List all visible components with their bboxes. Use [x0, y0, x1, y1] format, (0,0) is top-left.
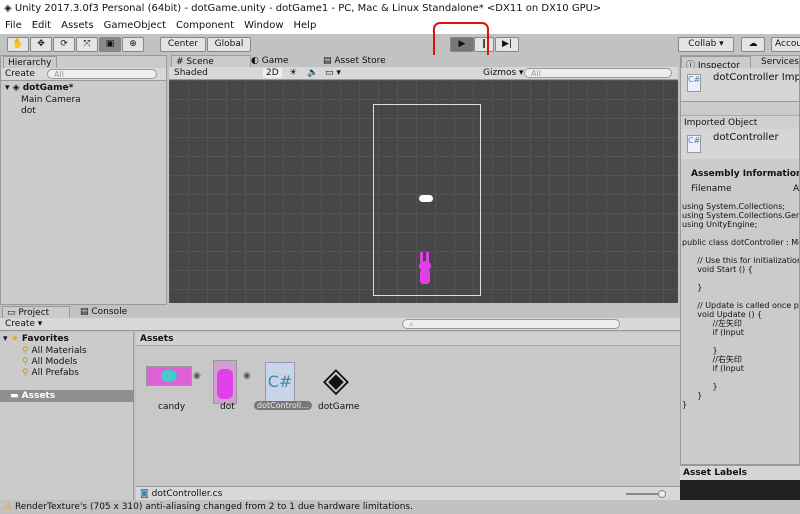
- scale-tool-button[interactable]: ⤧: [76, 37, 98, 52]
- search-icon: ⚲: [22, 346, 29, 356]
- scene-viewport[interactable]: [169, 80, 678, 303]
- csharp-file-icon: C#: [687, 135, 701, 153]
- menu-component[interactable]: Component: [176, 20, 234, 34]
- effects-icon[interactable]: ▭ ▾: [325, 68, 341, 78]
- toolbar: ✋ ✥ ⟳ ⤧ ▣ ⊕ Center Global ▶ ❙ ▶| Collab …: [0, 22, 800, 69]
- step-button[interactable]: ▶|: [495, 37, 519, 52]
- dot-thumbnail[interactable]: [213, 360, 237, 404]
- fav-item[interactable]: ⚲ All Prefabs: [22, 368, 79, 378]
- rect-tool-button[interactable]: ▣: [99, 37, 121, 52]
- move-tool-button[interactable]: ✥: [30, 37, 52, 52]
- asset-labels[interactable]: Asset Labels: [680, 465, 800, 480]
- project-tree: ▾ ★ Favorites ⚲ All Materials ⚲ All Mode…: [0, 332, 134, 500]
- assets-folder[interactable]: ▬ Assets: [0, 390, 134, 402]
- create-button[interactable]: Create ▾: [5, 319, 42, 329]
- menu-bar: File Edit Assets GameObject Component Wi…: [0, 18, 800, 34]
- selected-file-bar: ◙ dotController.cs: [136, 486, 680, 500]
- title-bar: ◈ Unity 2017.3.0f3 Personal (64bit) - do…: [0, 0, 800, 18]
- account-button[interactable]: Account: [771, 37, 800, 52]
- tab-services[interactable]: Services: [757, 56, 799, 68]
- shading-dropdown[interactable]: Shaded: [174, 68, 208, 78]
- unity-logo-icon: ◈: [4, 3, 15, 14]
- breadcrumb[interactable]: Assets: [136, 332, 680, 346]
- tab-hierarchy[interactable]: Hierarchy: [3, 56, 57, 68]
- inspector-title: dotController Import Settings: [713, 72, 800, 83]
- menu-gameobject[interactable]: GameObject: [104, 20, 166, 34]
- project-search[interactable]: ⌕: [402, 319, 620, 329]
- imported-object-row: C# dotController: [681, 129, 799, 159]
- object-name: dotController: [713, 132, 779, 143]
- csharp-script-thumbnail[interactable]: C#: [265, 362, 295, 402]
- menu-window[interactable]: Window: [244, 20, 283, 34]
- lighting-icon[interactable]: ☀: [289, 68, 297, 78]
- asset-label[interactable]: candy: [158, 402, 185, 412]
- scene-search[interactable]: All: [524, 68, 672, 78]
- asset-grid: ◉ candy ◉ dot C# dotControll... ◈ dotGam…: [136, 346, 680, 486]
- hierarchy-search[interactable]: All: [47, 69, 157, 79]
- audio-icon[interactable]: 🔈: [307, 68, 318, 78]
- asset-label[interactable]: dot: [220, 402, 235, 412]
- cloud-button[interactable]: ☁: [741, 37, 765, 52]
- hierarchy-panel: Hierarchy Create All ▾ ◈ dotGame* Main C…: [0, 55, 167, 305]
- preview-area: [680, 480, 800, 500]
- tab-game[interactable]: ◐ Game: [247, 55, 293, 67]
- 2d-toggle[interactable]: 2D: [263, 68, 282, 78]
- expand-icon[interactable]: ◉: [193, 371, 201, 381]
- project-panel: ▭ Project ▤ Console Create ▾ ⌕ ▾ ★ Favor…: [0, 306, 680, 500]
- tab-inspector[interactable]: ⓘ Inspector: [681, 56, 751, 71]
- asset-label[interactable]: dotGame: [318, 402, 360, 412]
- dot-sprite[interactable]: [419, 252, 431, 286]
- tab-scene[interactable]: # Scene: [171, 55, 251, 67]
- pivot-global-toggle[interactable]: Global: [207, 37, 251, 52]
- filename-label: Filename: [691, 184, 732, 194]
- create-button[interactable]: Create: [5, 69, 35, 79]
- warning-icon: ⚠: [4, 502, 13, 512]
- icon-size-slider[interactable]: [626, 490, 666, 498]
- tab-console[interactable]: ▤ Console: [76, 306, 131, 318]
- search-icon: ⚲: [22, 357, 29, 367]
- scene-panel: # Scene ◐ Game ▤ Asset Store Shaded 2D ☀…: [169, 55, 678, 305]
- fav-item[interactable]: ⚲ All Materials: [22, 346, 87, 356]
- assembly-heading: Assembly Information: [691, 169, 800, 179]
- window-title: Unity 2017.3.0f3 Personal (64bit) - dotG…: [14, 3, 602, 14]
- menu-help[interactable]: Help: [294, 20, 317, 34]
- favorites[interactable]: ▾ ★ Favorites: [3, 334, 69, 344]
- unity-scene-icon[interactable]: ◈: [316, 360, 356, 400]
- tab-asset-store[interactable]: ▤ Asset Store: [319, 55, 390, 67]
- star-icon: ★: [10, 334, 19, 344]
- expand-icon[interactable]: ◉: [243, 371, 251, 381]
- scene-toolbar: Shaded 2D ☀ 🔈 ▭ ▾ Gizmos ▾ All: [169, 67, 678, 80]
- inspector-header: C# dotController Import Settings: [681, 68, 800, 102]
- pivot-center-toggle[interactable]: Center: [160, 37, 206, 52]
- hand-tool-button[interactable]: ✋: [7, 37, 29, 52]
- candy-thumbnail[interactable]: [146, 366, 192, 386]
- search-icon: ⚲: [22, 368, 29, 378]
- csharp-file-icon: C#: [687, 74, 701, 92]
- code-preview: using System.Collections; using System.C…: [682, 202, 800, 409]
- asset-label-selected[interactable]: dotControll...: [254, 401, 312, 410]
- csharp-file-icon: ◙: [140, 489, 149, 499]
- collab-button[interactable]: Collab ▾: [678, 37, 734, 52]
- fav-item[interactable]: ⚲ All Models: [22, 357, 77, 367]
- hierarchy-item[interactable]: Main Camera: [21, 95, 81, 105]
- inspector-panel: ⓘ Inspector Services C# dotController Im…: [680, 55, 800, 465]
- hierarchy-toolbar: Create All: [1, 68, 166, 81]
- tab-project[interactable]: ▭ Project: [2, 306, 70, 318]
- gizmos-dropdown[interactable]: Gizmos ▾: [483, 68, 524, 78]
- scene-root[interactable]: ▾ ◈ dotGame*: [5, 83, 73, 93]
- rotate-tool-button[interactable]: ⟳: [53, 37, 75, 52]
- transform-tool-button[interactable]: ⊕: [122, 37, 144, 52]
- hierarchy-item[interactable]: dot: [21, 106, 36, 116]
- project-toolbar: Create ▾ ⌕: [0, 318, 680, 331]
- filename-value: A: [793, 184, 800, 194]
- status-bar[interactable]: ⚠ RenderTexture's (705 x 310) anti-alias…: [0, 500, 800, 514]
- candy-sprite[interactable]: [419, 195, 433, 202]
- menu-edit[interactable]: Edit: [32, 20, 51, 34]
- menu-assets[interactable]: Assets: [61, 20, 94, 34]
- imported-object-label: Imported Object: [681, 115, 799, 129]
- menu-file[interactable]: File: [5, 20, 22, 34]
